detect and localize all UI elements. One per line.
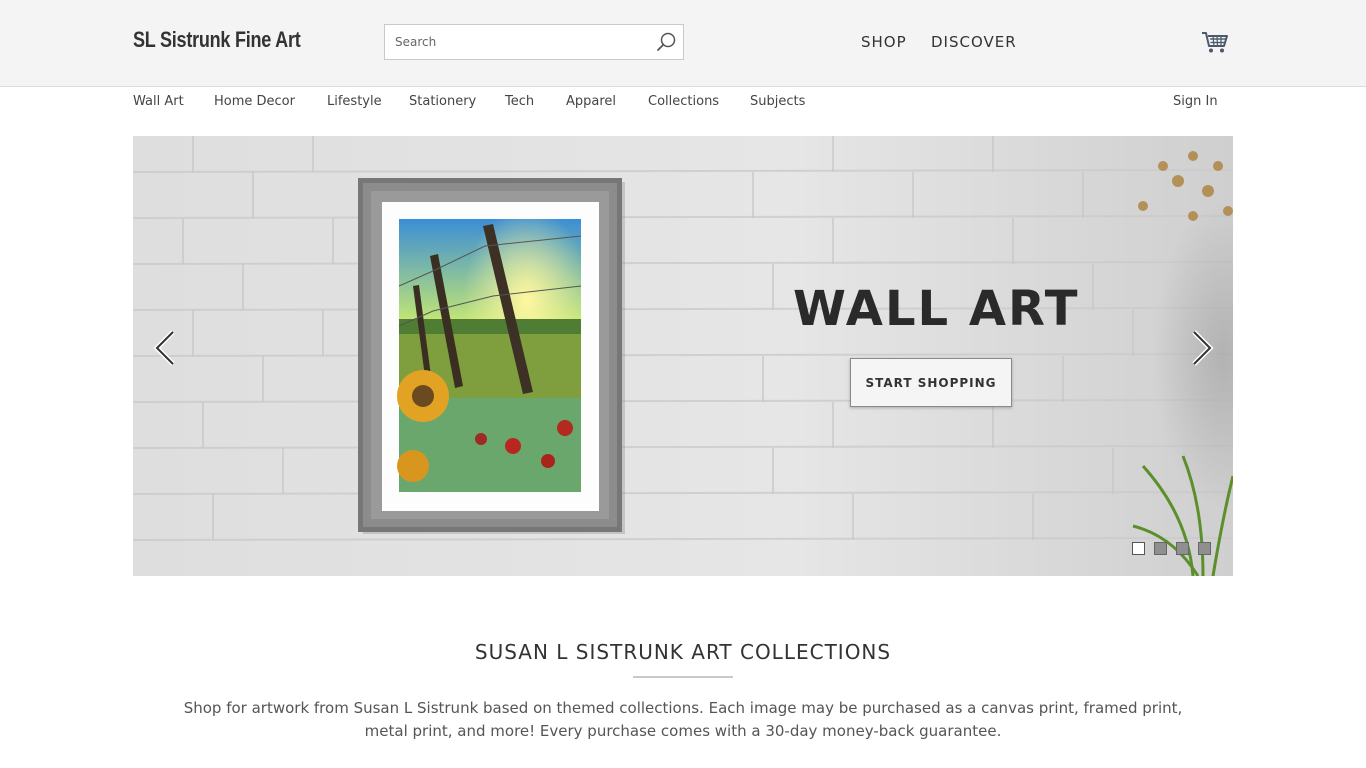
start-shopping-button[interactable]: START SHOPPING (850, 358, 1012, 407)
subnav-tech[interactable]: Tech (505, 94, 534, 109)
subnav-home-decor[interactable]: Home Decor (214, 94, 295, 109)
carousel-dot[interactable] (1154, 542, 1167, 555)
subnav-subjects[interactable]: Subjects (750, 94, 805, 109)
subnav-apparel[interactable]: Apparel (566, 94, 616, 109)
carousel-dot[interactable] (1198, 542, 1211, 555)
site-logo[interactable]: SL Sistrunk Fine Art (133, 27, 301, 53)
carousel-dot[interactable] (1176, 542, 1189, 555)
section-title: SUSAN L SISTRUNK ART COLLECTIONS (474, 640, 892, 664)
subnav-wall-art[interactable]: Wall Art (133, 94, 184, 109)
search-icon[interactable] (655, 31, 677, 53)
sign-in-link[interactable]: Sign In (1173, 94, 1218, 109)
nav-shop[interactable]: SHOP (861, 33, 907, 51)
nav-discover[interactable]: DISCOVER (931, 33, 1017, 51)
subnav-stationery[interactable]: Stationery (409, 94, 476, 109)
chevron-left-icon[interactable] (153, 328, 179, 368)
subnav-lifestyle[interactable]: Lifestyle (327, 94, 382, 109)
hero-slide-image[interactable] (133, 136, 1233, 576)
carousel-dot[interactable] (1132, 542, 1145, 555)
search-input[interactable] (385, 25, 647, 59)
hero-carousel: WALL ART START SHOPPING (133, 136, 1233, 576)
cart-icon[interactable] (1201, 30, 1229, 54)
section-divider (633, 676, 733, 678)
subnav-collections[interactable]: Collections (648, 94, 719, 109)
search-box (384, 24, 684, 60)
section-description: Shop for artwork from Susan L Sistrunk b… (183, 699, 1183, 740)
site-header: SL Sistrunk Fine Art SHOP DISCOVER (0, 0, 1366, 87)
hero-title: WALL ART (793, 281, 1080, 337)
chevron-right-icon[interactable] (1188, 328, 1214, 368)
